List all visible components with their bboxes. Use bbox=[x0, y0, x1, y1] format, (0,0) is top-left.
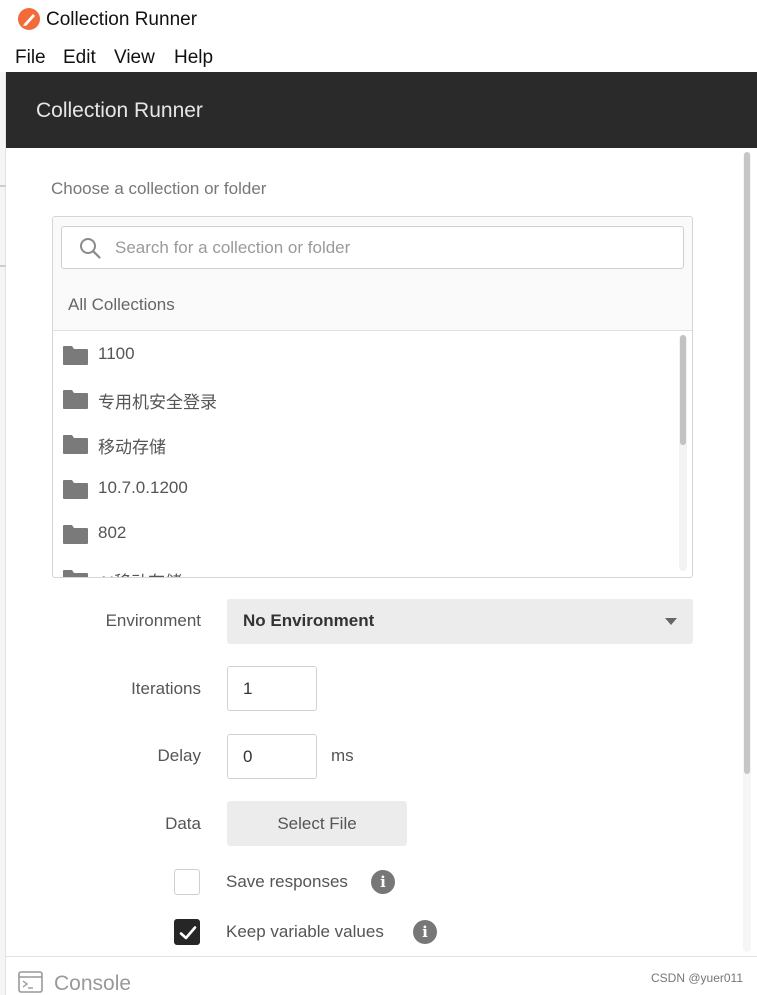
folder-icon bbox=[63, 435, 88, 454]
environment-select[interactable]: No Environment bbox=[227, 599, 693, 644]
collection-item[interactable]: AI移动存储 bbox=[53, 559, 673, 577]
save-responses-checkbox[interactable] bbox=[174, 869, 200, 895]
data-label: Data bbox=[165, 814, 201, 833]
collection-item[interactable]: 802 bbox=[53, 514, 673, 554]
window-title: Collection Runner bbox=[46, 9, 198, 30]
collection-item-label: 移动存储 bbox=[98, 438, 166, 457]
iterations-label: Iterations bbox=[131, 679, 201, 698]
collection-item[interactable]: 1100 bbox=[53, 335, 673, 375]
keep-variable-values-label: Keep variable values bbox=[226, 922, 384, 941]
checkmark-icon bbox=[179, 926, 197, 940]
delay-label: Delay bbox=[157, 746, 201, 765]
menu-file[interactable]: File bbox=[15, 47, 46, 69]
delay-input[interactable] bbox=[227, 734, 317, 779]
runner-content: Choose a collection or folder All Collec… bbox=[6, 148, 757, 956]
page-title: Collection Runner bbox=[36, 99, 203, 122]
collection-item-label: 专用机安全登录 bbox=[98, 393, 217, 412]
menu-view[interactable]: View bbox=[114, 47, 155, 69]
collection-item-label: 10.7.0.1200 bbox=[98, 478, 188, 497]
list-scrollbar-thumb[interactable] bbox=[680, 335, 686, 445]
runner-header: Collection Runner bbox=[6, 72, 757, 148]
console-button[interactable]: Console bbox=[54, 972, 131, 995]
environment-label: Environment bbox=[105, 611, 201, 630]
search-input[interactable] bbox=[115, 233, 675, 263]
status-bar: Console CSDN @yuer011 bbox=[6, 956, 757, 995]
search-icon bbox=[80, 238, 101, 259]
watermark: CSDN @yuer011 bbox=[651, 971, 743, 985]
folder-icon bbox=[63, 480, 88, 499]
save-responses-label: Save responses bbox=[226, 872, 348, 891]
collection-item-label: 1100 bbox=[98, 344, 135, 363]
collection-item[interactable]: 10.7.0.1200 bbox=[53, 469, 673, 509]
collection-list: 1100 专用机安全登录 移动存储 10.7.0.1200 802 AI移动存储 bbox=[53, 331, 692, 577]
folder-icon bbox=[63, 390, 88, 409]
collection-item[interactable]: 移动存储 bbox=[53, 424, 673, 464]
folder-icon bbox=[63, 346, 88, 365]
menu-edit[interactable]: Edit bbox=[63, 47, 96, 69]
console-icon[interactable] bbox=[18, 971, 43, 993]
main-scrollbar-thumb[interactable] bbox=[744, 152, 750, 774]
collection-chooser: All Collections 1100 专用机安全登录 移动存储 10.7.0… bbox=[52, 216, 693, 578]
iterations-input[interactable] bbox=[227, 666, 317, 711]
search-field bbox=[61, 226, 684, 269]
folder-icon bbox=[63, 525, 88, 544]
delay-unit: ms bbox=[331, 746, 354, 765]
caret-down-icon bbox=[665, 618, 677, 625]
chooser-label: Choose a collection or folder bbox=[51, 179, 267, 198]
window-titlebar: Collection Runner bbox=[0, 0, 757, 40]
collection-item-label: AI移动存储 bbox=[98, 568, 182, 577]
menu-bar: File Edit View Help bbox=[0, 42, 757, 72]
info-icon[interactable]: i bbox=[413, 920, 437, 944]
select-file-button[interactable]: Select File bbox=[227, 801, 407, 846]
postman-logo-icon bbox=[18, 8, 40, 30]
chooser-header: All Collections bbox=[53, 217, 692, 331]
all-collections-breadcrumb[interactable]: All Collections bbox=[68, 295, 175, 315]
collection-item[interactable]: 专用机安全登录 bbox=[53, 379, 673, 419]
menu-help[interactable]: Help bbox=[174, 47, 213, 69]
environment-value: No Environment bbox=[243, 611, 375, 630]
collection-item-label: 802 bbox=[98, 523, 127, 542]
info-icon[interactable]: i bbox=[371, 870, 395, 894]
keep-variable-values-checkbox[interactable] bbox=[174, 919, 200, 945]
folder-icon bbox=[63, 570, 88, 577]
